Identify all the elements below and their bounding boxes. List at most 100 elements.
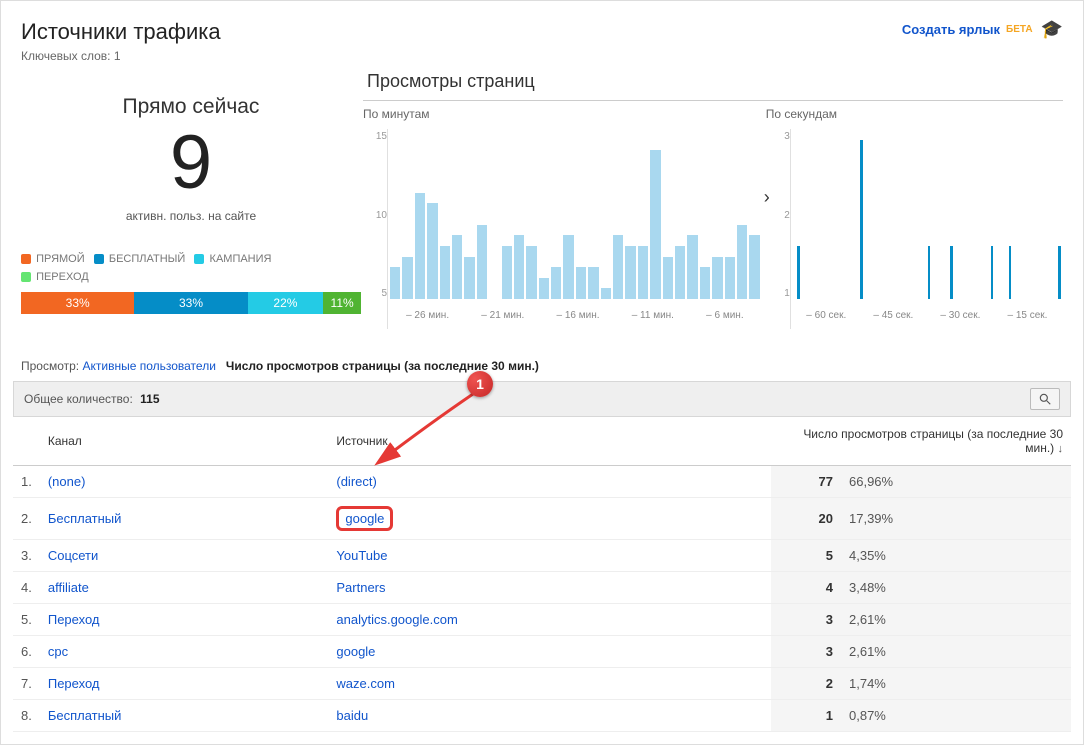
metric-percent: 0,87% (841, 700, 1071, 732)
annotation-badge-1: 1 (467, 371, 493, 397)
col-channel[interactable]: Канал (40, 417, 329, 466)
totals-label: Общее количество: (24, 392, 133, 406)
row-index: 5. (13, 604, 40, 636)
totals-value: 115 (140, 392, 159, 406)
create-shortcut-link[interactable]: Создать ярлык БЕТА (902, 22, 1033, 37)
minute-bar (427, 203, 437, 299)
metric-count: 77 (771, 466, 841, 498)
second-bar (1009, 246, 1012, 299)
search-button[interactable] (1030, 388, 1060, 410)
annotation-highlight: google (336, 506, 393, 531)
source-link[interactable]: google (345, 511, 384, 526)
traffic-legend: ПРЯМОЙ БЕСПЛАТНЫЙ КАМПАНИЯ ПЕРЕХОД (21, 251, 361, 286)
table-row: 2.Бесплатныйgoogle2017,39% (13, 498, 1071, 540)
yaxis-seconds: 321 (766, 129, 790, 299)
chevron-right-icon[interactable]: › (764, 187, 770, 208)
minute-bar (464, 257, 474, 300)
subtitle-label: Ключевых слов: (21, 49, 111, 63)
view-label: Просмотр: (21, 359, 79, 373)
metric-count: 3 (771, 604, 841, 636)
channel-link[interactable]: Бесплатный (48, 708, 122, 723)
table-row: 6. cpc google 32,61% (13, 636, 1071, 668)
legend-referral: ПЕРЕХОД (36, 271, 89, 283)
table-row: 5. Переход analytics.google.com 32,61% (13, 604, 1071, 636)
source-link[interactable]: Partners (336, 580, 385, 595)
chart-seconds-label: По секундам (766, 107, 1063, 121)
channel-link[interactable]: Переход (48, 676, 100, 691)
chart-per-minute: По минутам 15105 – 26 мин.– 21 мин.– 16 … (363, 107, 762, 339)
second-bar (860, 140, 863, 299)
pct-referral: 11% (323, 292, 361, 314)
channel-link[interactable]: affiliate (48, 580, 89, 595)
minute-bar (588, 267, 598, 299)
row-index: 7. (13, 668, 40, 700)
metric-percent: 4,35% (841, 540, 1071, 572)
source-link[interactable]: baidu (336, 708, 368, 723)
metric-percent: 3,48% (841, 572, 1071, 604)
pct-campaign: 22% (248, 292, 324, 314)
minute-bar (749, 235, 759, 299)
minute-bar (712, 257, 722, 300)
xaxis-seconds: – 60 сек.– 45 сек.– 30 сек.– 15 сек. (793, 310, 1061, 321)
row-index: 1. (13, 466, 40, 498)
row-index: 6. (13, 636, 40, 668)
col-metric[interactable]: Число просмотров страницы (за последние … (771, 417, 1071, 466)
second-bar (991, 246, 994, 299)
source-link[interactable]: analytics.google.com (336, 612, 457, 627)
source-link[interactable]: (direct) (336, 474, 376, 489)
channel-link[interactable]: Переход (48, 612, 100, 627)
channel-link[interactable]: cpc (48, 644, 68, 659)
minute-bar (390, 267, 400, 299)
minute-bar (663, 257, 673, 300)
metric-count: 5 (771, 540, 841, 572)
legend-campaign: КАМПАНИЯ (210, 253, 272, 265)
table-row: 8.Бесплатныйbaidu10,87% (13, 700, 1071, 732)
second-bar (950, 246, 953, 299)
metric-percent: 2,61% (841, 636, 1071, 668)
legend-dot-free (94, 254, 104, 264)
channel-link[interactable]: Соцсети (48, 548, 98, 563)
page-title: Источники трафика (21, 19, 221, 45)
minute-bar (415, 193, 425, 299)
source-link[interactable]: waze.com (336, 676, 395, 691)
minute-bar (650, 150, 660, 299)
active-users-count: 9 (21, 125, 361, 201)
metric-percent: 1,74% (841, 668, 1071, 700)
minute-bar (638, 246, 648, 299)
beta-badge: БЕТА (1006, 24, 1033, 35)
minute-bar (725, 257, 735, 300)
minute-bar (452, 235, 462, 299)
toggle-pageviews-30[interactable]: Число просмотров страницы (за последние … (226, 359, 539, 373)
legend-direct: ПРЯМОЙ (36, 253, 85, 265)
metric-percent: 66,96% (841, 466, 1071, 498)
minute-bar (737, 225, 747, 299)
table-row: 4.affiliatePartners43,48% (13, 572, 1071, 604)
pct-free: 33% (134, 292, 247, 314)
totals-bar: Общее количество: 115 (13, 381, 1071, 417)
legend-dot-campaign (194, 254, 204, 264)
channel-link[interactable]: Бесплатный (48, 511, 122, 526)
row-index: 2. (13, 498, 40, 540)
minute-bar (601, 288, 611, 299)
metric-count: 3 (771, 636, 841, 668)
minute-bar (502, 246, 512, 299)
minute-bar (526, 246, 536, 299)
toggle-active-users[interactable]: Активные пользователи (82, 359, 215, 373)
minute-bar (440, 246, 450, 299)
traffic-split-bar: 33% 33% 22% 11% (21, 292, 361, 314)
source-link[interactable]: YouTube (336, 548, 387, 563)
sources-table: Канал Источник Число просмотров страницы… (13, 417, 1071, 732)
second-bar (928, 246, 931, 299)
source-link[interactable]: google (336, 644, 375, 659)
metric-percent: 2,61% (841, 604, 1071, 636)
minute-bar (539, 278, 549, 299)
legend-dot-direct (21, 254, 31, 264)
minute-bar (613, 235, 623, 299)
yaxis-minutes: 15105 (363, 129, 387, 299)
search-icon (1038, 392, 1052, 406)
channel-link[interactable]: (none) (48, 474, 86, 489)
metric-percent: 17,39% (841, 498, 1071, 540)
education-icon[interactable]: 🎓 (1041, 19, 1063, 40)
minute-bar (576, 267, 586, 299)
minute-bar (551, 267, 561, 299)
